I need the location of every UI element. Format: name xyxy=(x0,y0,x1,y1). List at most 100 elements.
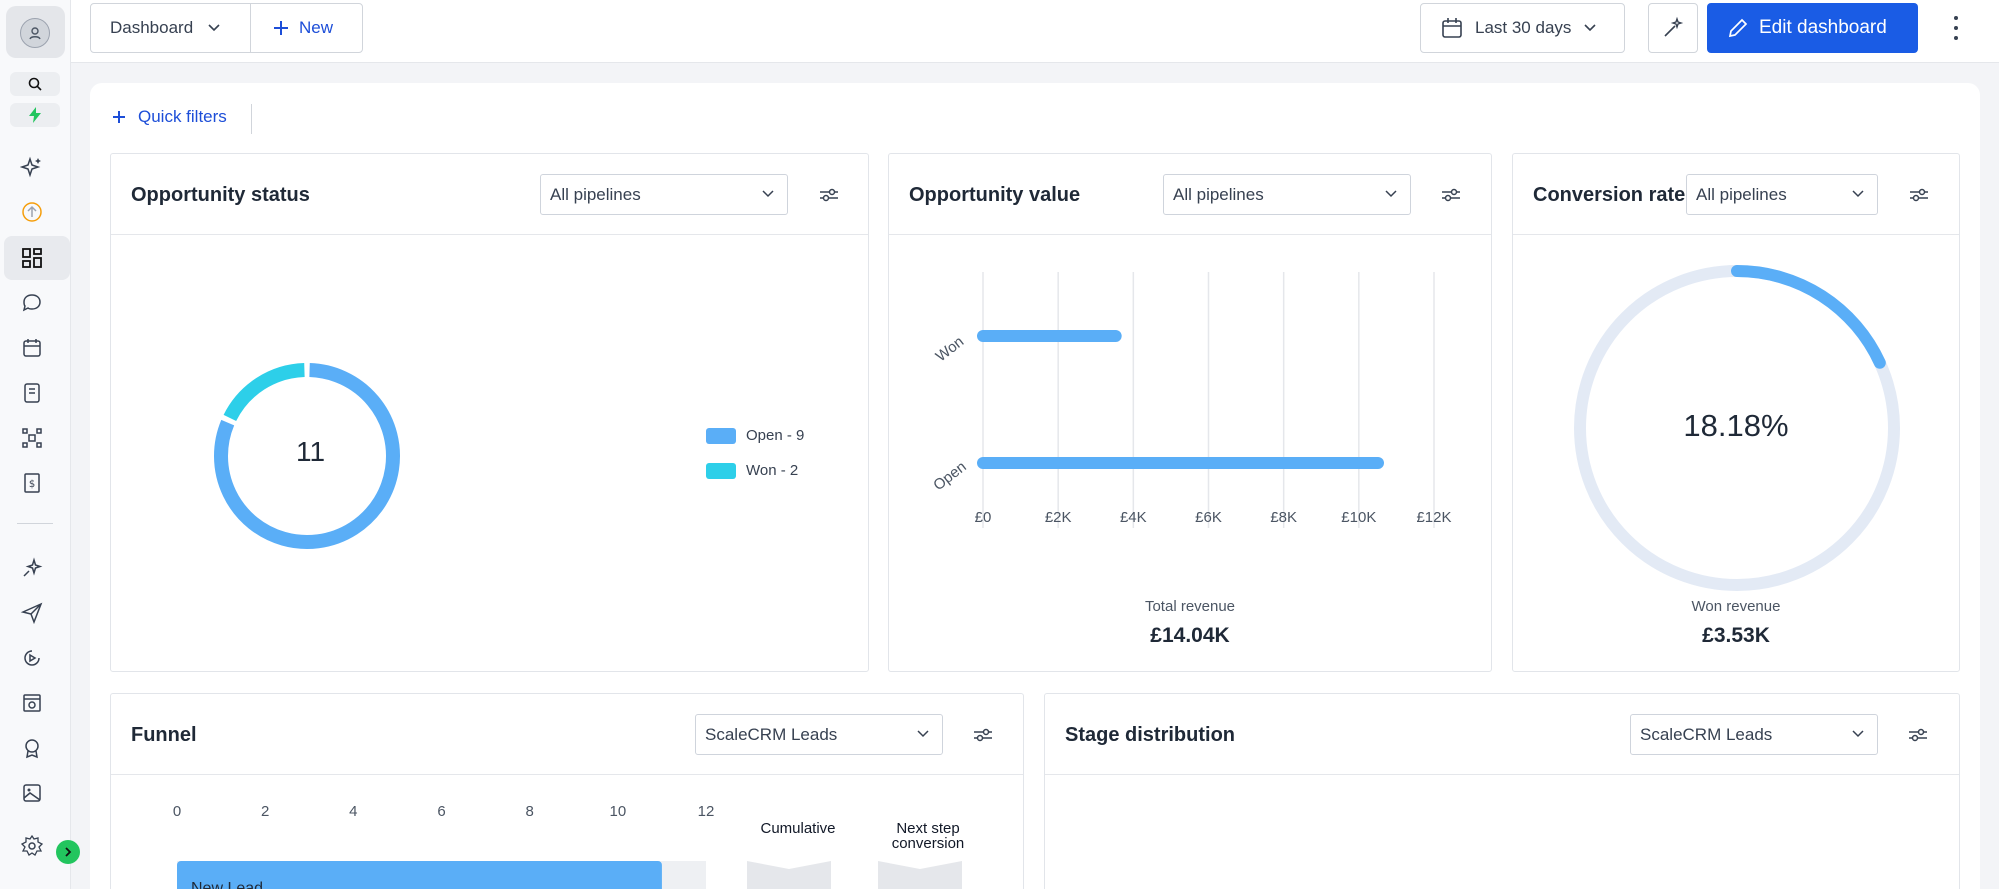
pipeline-select[interactable]: ScaleCRM Leads xyxy=(695,714,943,755)
top-bar: Dashboard New Last 30 days Edit dashboar… xyxy=(71,0,1999,63)
gauge-value-arc[interactable] xyxy=(1731,265,1886,369)
total-revenue-value: £14.04K xyxy=(1150,624,1230,647)
donut-slice-won[interactable] xyxy=(223,363,305,422)
next-step-chevron xyxy=(878,861,962,889)
card-header: Funnel ScaleCRM Leads xyxy=(111,694,1023,775)
card-title: Opportunity status xyxy=(131,184,310,206)
stage-distribution-card: Stage distribution ScaleCRM Leads xyxy=(1044,693,1960,889)
magic-wand-icon xyxy=(1664,16,1684,37)
rail-divider xyxy=(17,523,53,524)
legend-item-open: Open - 9 xyxy=(706,427,804,444)
calendar-icon[interactable] xyxy=(17,333,47,363)
chevron-down-icon xyxy=(1852,190,1864,198)
legend-swatch xyxy=(706,462,736,479)
dashboard-selector[interactable]: Dashboard xyxy=(91,4,251,52)
calendar-icon xyxy=(1442,18,1462,38)
left-nav-rail: $ xyxy=(0,0,80,889)
contacts-book-icon[interactable] xyxy=(17,378,47,408)
filter-settings-icon[interactable] xyxy=(1908,184,1930,206)
date-range-label: Last 30 days xyxy=(1475,18,1572,37)
date-range-picker[interactable]: Last 30 days xyxy=(1420,3,1625,53)
new-dashboard-button[interactable]: New xyxy=(251,18,333,38)
legend-item-won: Won - 2 xyxy=(706,462,798,479)
card-header: Stage distribution ScaleCRM Leads xyxy=(1045,694,1959,775)
cumulative-header: Cumulative xyxy=(760,820,836,837)
marketing-sparkle-icon[interactable] xyxy=(17,553,47,583)
filter-settings-icon[interactable] xyxy=(1440,184,1462,206)
opportunity-value-card: Opportunity value All pipelines £0 £2K £4K… xyxy=(888,153,1492,672)
filter-settings-icon[interactable] xyxy=(818,184,840,206)
edit-dashboard-button[interactable]: Edit dashboard xyxy=(1707,3,1918,53)
media-icon[interactable] xyxy=(17,778,47,808)
funnel-card: Funnel ScaleCRM Leads 0 2 4 6 8 10 12 Cumulati… xyxy=(110,693,1024,889)
card-header: Conversion rate All pipelines xyxy=(1513,154,1959,235)
legend-swatch xyxy=(706,427,736,444)
legend-label: Open - 9 xyxy=(746,427,805,444)
y-category-label: Won xyxy=(933,333,968,365)
x-tick-label: £10K xyxy=(1341,509,1376,526)
chevron-down-icon xyxy=(1385,190,1397,198)
pipeline-select-value: All pipelines xyxy=(550,184,641,204)
x-tick-label: £8K xyxy=(1270,509,1297,526)
filter-settings-icon[interactable] xyxy=(972,724,994,746)
funnel-bar-chart: 0 2 4 6 8 10 12 xyxy=(173,803,715,889)
reputation-icon[interactable] xyxy=(17,733,47,763)
pipeline-select[interactable]: ScaleCRM Leads xyxy=(1630,714,1878,755)
chevron-down-icon xyxy=(208,24,220,32)
card-title: Opportunity value xyxy=(909,184,1081,206)
won-revenue-label: Won revenue xyxy=(1691,598,1781,615)
quick-filters-button[interactable]: Quick filters xyxy=(112,107,227,127)
quick-filters-divider xyxy=(251,104,252,134)
x-tick-label: 0 xyxy=(173,803,181,820)
dashboard-label: Dashboard xyxy=(110,18,194,37)
pipeline-select[interactable]: All pipelines xyxy=(540,174,788,215)
plus-icon xyxy=(113,111,125,123)
donut-total: 11 xyxy=(296,436,326,467)
x-tick-label: £2K xyxy=(1045,509,1072,526)
opportunity-status-card: Opportunity status All pipelines 11 Open… xyxy=(110,153,869,672)
ai-sparkle-icon[interactable] xyxy=(17,152,47,182)
avatar-icon[interactable] xyxy=(20,18,50,48)
send-icon[interactable] xyxy=(17,598,47,628)
x-tick-label: 6 xyxy=(437,803,445,820)
legend-label: Won - 2 xyxy=(746,462,799,479)
edit-dashboard-label: Edit dashboard xyxy=(1759,17,1887,38)
funnel-stage-label: New Lead xyxy=(191,880,264,889)
x-tick-label: 2 xyxy=(261,803,269,820)
total-revenue-label: Total revenue xyxy=(1144,598,1236,615)
conversations-icon[interactable] xyxy=(17,288,47,318)
ai-magic-button[interactable] xyxy=(1648,3,1698,53)
dashboard-switcher-group: Dashboard New xyxy=(90,3,363,53)
x-tick-label: 8 xyxy=(525,803,533,820)
new-label: New xyxy=(299,18,334,37)
plus-icon xyxy=(274,21,288,35)
dashboard-icon[interactable] xyxy=(17,243,47,273)
pipeline-select[interactable]: All pipelines xyxy=(1163,174,1411,215)
filter-settings-icon[interactable] xyxy=(1907,724,1929,746)
quick-action-icon[interactable] xyxy=(10,103,60,127)
sites-icon[interactable] xyxy=(17,688,47,718)
x-tick-label: 12 xyxy=(698,803,715,820)
pipeline-select[interactable]: All pipelines xyxy=(1686,174,1878,215)
pipelines-icon[interactable] xyxy=(17,423,47,453)
launchpad-icon[interactable] xyxy=(17,197,47,227)
expand-sidebar-button[interactable] xyxy=(56,840,80,864)
automation-icon[interactable] xyxy=(17,643,47,673)
cumulative-chevron xyxy=(747,861,831,889)
x-tick-label: £6K xyxy=(1195,509,1222,526)
search-icon[interactable] xyxy=(10,72,60,96)
x-tick-label: £4K xyxy=(1120,509,1147,526)
card-title: Funnel xyxy=(131,724,197,746)
x-tick-label: 4 xyxy=(349,803,357,820)
pipeline-select-value: All pipelines xyxy=(1173,184,1264,204)
chevron-down-icon xyxy=(762,190,774,198)
chevron-down-icon xyxy=(1852,730,1864,738)
payments-icon[interactable]: $ xyxy=(17,468,47,498)
svg-text:$: $ xyxy=(29,479,35,490)
more-options-icon[interactable] xyxy=(1949,16,1963,40)
settings-gear-icon[interactable] xyxy=(17,831,47,861)
y-category-label: Open xyxy=(930,458,969,494)
x-tick-label: 10 xyxy=(609,803,626,820)
x-tick-label: £0 xyxy=(975,509,992,526)
card-title: Stage distribution xyxy=(1065,724,1235,746)
